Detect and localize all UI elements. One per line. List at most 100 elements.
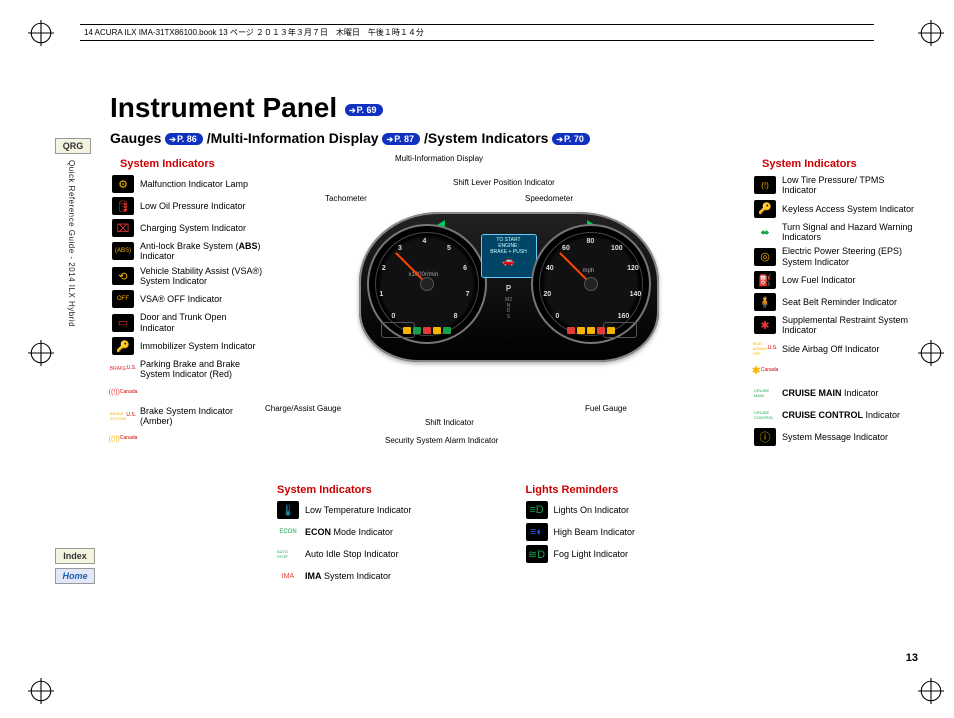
mid-display: TO START ENGINE: BRAKE + PUSH 🚗 [481,234,537,278]
print-header: 14 ACURA ILX IMA-31TX86100.book 13 ページ ２… [80,24,874,41]
indicator-label: ECON Mode Indicator [305,527,393,537]
cruise-main-icon: CRUISE MAIN [754,384,776,402]
dial-tick: 8 [454,313,458,320]
page-ref-pill[interactable]: P. 86 [165,133,203,145]
indicator-low-temp: 🌡 Low Temperature Indicator [275,500,494,520]
indicator-fog: ≋DFog Light Indicator [524,544,743,564]
tab-qrg[interactable]: QRG [55,138,91,154]
page-ref-pill[interactable]: P. 69 [345,104,383,116]
tab-index[interactable]: Index [55,548,95,564]
crop-mark [918,340,944,366]
indicator-seatbelt: 🧍Seat Belt Reminder Indicator [752,292,920,312]
dial-tick: 7 [466,291,470,298]
indicator-label: Malfunction Indicator Lamp [140,179,248,189]
dial-tick: 6 [463,265,467,272]
auto-idle-icon: AUTO STOP [277,545,299,563]
dial-tick: 100 [611,245,623,252]
dial-tick: 160 [618,313,630,320]
dial-tick: 3 [398,245,402,252]
spd-unit: mph [583,268,595,274]
lights-on-icon: ≡D [526,501,548,519]
dial-tick: 140 [630,291,642,298]
indicator-side-airbag: SIDE AIRBAG OFFU.S.Side Airbag Off Indic… [752,339,920,359]
tab-home[interactable]: Home [55,568,95,584]
section-header: System Indicators [762,158,920,170]
spd-warning-row [567,327,615,334]
vsa-icon: ⟲ [112,267,134,285]
label-shift-ind: Shift Indicator [425,418,474,427]
brake-amber-ca-icon: ((!))Canada [112,430,134,448]
label-security: Security System Alarm Indicator [385,436,498,445]
indicator-label: IMA System Indicator [305,571,391,581]
dial-tick: 0 [391,313,395,320]
indicator-label: VSA® OFF Indicator [140,294,222,304]
indicator-srs: ✱Supplemental Restraint System Indicator [752,314,920,337]
subheader: Gauges P. 86 /Multi-Information Display … [110,130,920,146]
indicator-brake-red: BRAKEU.S.Parking Brake and Brake System … [110,358,265,381]
dial-tick: 20 [543,291,551,298]
dial-tick: 1 [379,291,383,298]
indicator-label: Keyless Access System Indicator [782,204,914,214]
section-header: Lights Reminders [526,484,743,496]
tpms-icon: (!) [754,176,776,194]
indicator-label: System Message Indicator [782,432,888,442]
srs-icon: ✱ [754,316,776,334]
right-indicator-list: (!) Low Tire Pressure/ TPMS Indicator 🔑Key… [752,174,920,447]
indicator-turn: ⬌ Turn Signal and Hazard Warning Indicato… [752,221,920,244]
low-temp-icon: 🌡 [277,501,299,519]
indicator-label: CRUISE CONTROL Indicator [782,410,900,420]
indicator-label: Charging System Indicator [140,223,246,233]
crop-mark [28,20,54,46]
indicator-label: Vehicle Stability Assist (VSA®) System I… [140,266,263,287]
dial-tick: 2 [382,265,386,272]
indicator-tpms: (!) Low Tire Pressure/ TPMS Indicator [752,174,920,197]
dial-tick: 5 [447,245,451,252]
crop-mark [918,678,944,704]
eps-icon: ◎ [754,248,776,266]
indicator-cruise-ctrl: CRUISE CONTROL CRUISE CONTROL Indicator [752,405,920,425]
speedometer-dial: 020406080100120140160 mph [531,224,651,344]
mil-icon: ⚙ [112,175,134,193]
brake-amber-icon: BRAKE SYSTEMU.S. [112,407,134,425]
indicator-label: Low Tire Pressure/ TPMS Indicator [782,175,918,196]
crop-mark [28,678,54,704]
indicator-label: Electric Power Steering (EPS) System Ind… [782,246,918,267]
gear-indicator: P [506,284,511,293]
mid-indicator-list: 🌡 Low Temperature Indicator ECON ECON Mode … [275,500,494,586]
indicator-label: Fog Light Indicator [554,549,629,559]
brake-red-ca-icon: ((!))Canada [112,384,134,402]
page-number: 13 [906,652,918,664]
gear-list: M2NDS [505,298,512,320]
seatbelt-icon: 🧍 [754,293,776,311]
indicator-door: ▭Door and Trunk Open Indicator [110,311,265,334]
indicator-brake-amber-ca: ((!))Canada [110,429,265,449]
label-mid: Multi-Information Display [395,154,483,163]
dial-tick: 60 [562,245,570,252]
sidebar-guide-text: Quick Reference Guide - 2014 ILX Hybrid [67,160,76,380]
page-title: Instrument Panel P. 69 [110,92,920,124]
indicator-econ: ECON ECON Mode Indicator [275,522,494,542]
sub-mid: /Multi-Information Display [207,130,379,146]
cruise-ctrl-icon: CRUISE CONTROL [754,406,776,424]
indicator-label: Anti-lock Brake System (ABS) Indicator [140,241,263,262]
indicator-ima: IMAIMA System Indicator [275,566,494,586]
page-ref-pill[interactable]: P. 87 [382,133,420,145]
indicator-label: Turn Signal and Hazard Warning Indicator… [782,222,918,243]
indicator-label: Low Temperature Indicator [305,505,411,515]
vsa-off-icon: OFF [112,290,134,308]
title-text: Instrument Panel [110,92,337,123]
indicator-cruise-main: CRUISE MAIN CRUISE MAIN Indicator [752,383,920,403]
page-ref-pill[interactable]: P. 70 [552,133,590,145]
indicator-immob: 🔑Immobilizer System Indicator [110,336,265,356]
dial-tick: 80 [587,238,595,245]
indicator-label: Low Fuel Indicator [782,275,856,285]
immob-icon: 🔑 [112,337,134,355]
indicator-label: Side Airbag Off Indicator [782,344,879,354]
label-charge: Charge/Assist Gauge [265,404,341,413]
turn-icon: ⬌ [754,223,776,241]
indicator-label: CRUISE MAIN Indicator [782,388,879,398]
indicator-vsa-off: OFF VSA® OFF Indicator [110,289,265,309]
econ-icon: ECON [277,523,299,541]
indicator-label: Auto Idle Stop Indicator [305,549,399,559]
indicator-keyless: 🔑Keyless Access System Indicator [752,199,920,219]
